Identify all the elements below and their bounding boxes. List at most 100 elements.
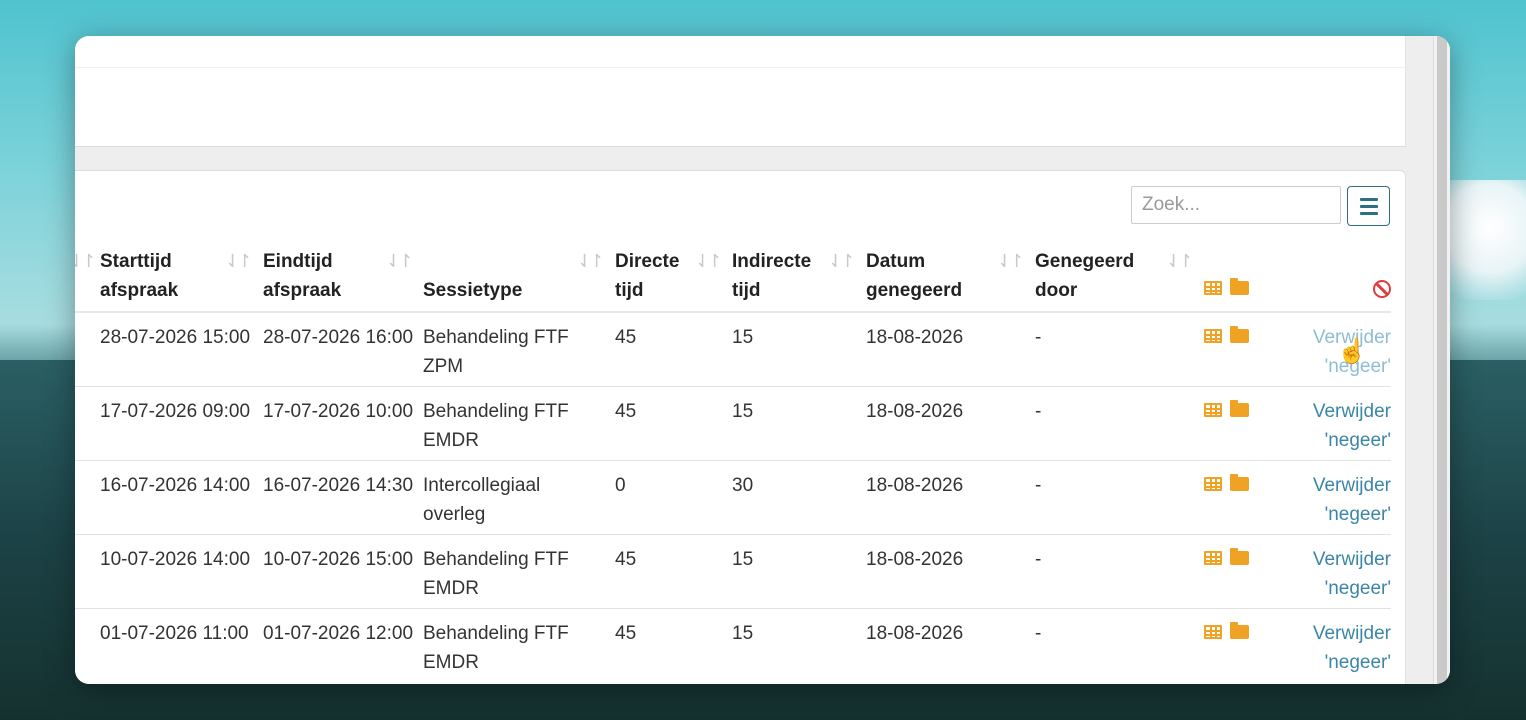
sessietype-line: Behandeling FTF [423,401,569,422]
cell-directe-tijd: 45 [615,549,637,570]
cell-starttijd: 10-07-2026 14:00 [100,549,251,570]
cell-starttijd: 16-07-2026 14:00 [100,475,251,496]
link-line: 'negeer' [1324,652,1391,673]
table-icon[interactable] [1204,551,1222,565]
cell-directe-tijd: 0 [615,475,626,496]
sort-icon[interactable]: ⇃↾ [695,251,722,272]
header-starttijd[interactable]: Starttijd afspraak [100,247,178,305]
remove-ignore-link[interactable]: Verwijder 'negeer' [1271,397,1391,455]
header-label: Directe [615,251,680,272]
folder-icon[interactable] [1230,548,1249,565]
header-indirecte-tijd[interactable]: Indirecte tijd [732,247,811,305]
header-directe-tijd[interactable]: Directe tijd [615,247,679,305]
header-label: Indirecte [732,251,812,272]
cell-eindtijd: 16-07-2026 14:30 [263,475,414,496]
cell-eindtijd: 10-07-2026 15:00 [263,549,414,570]
top-panel [75,36,1406,147]
cell-directe-tijd: 45 [615,327,637,348]
table-row: 17-07-2026 09:00 17-07-2026 10:00 Behand… [75,387,1391,461]
cell-datum-genegeerd: 18-08-2026 [866,401,964,422]
folder-icon[interactable] [1230,326,1249,343]
table-row: 10-07-2026 14:00 10-07-2026 15:00 Behand… [75,535,1391,609]
app-window: ⇃↾ Starttijd afspraak ⇃↾ Eindtijd afspra… [75,36,1450,684]
table-panel: ⇃↾ Starttijd afspraak ⇃↾ Eindtijd afspra… [75,170,1406,684]
header-sessietype[interactable]: Sessietype [423,247,522,305]
column-menu-button[interactable] [1347,186,1390,226]
link-line: 'negeer' [1324,356,1391,377]
cell-indirecte-tijd: 30 [732,475,754,496]
header-label [423,247,522,276]
header-label: afspraak [100,280,179,301]
cell-sessietype: Behandeling FTF ZPM [423,323,569,381]
sessietype-line: Behandeling FTF [423,549,569,570]
link-line: Verwijder [1312,401,1391,422]
remove-ignore-link[interactable]: Verwijder 'negeer' [1271,471,1391,529]
sort-icon[interactable]: ⇃↾ [577,251,604,272]
cell-directe-tijd: 45 [615,623,637,644]
sort-icon[interactable]: ⇃↾ [997,251,1024,272]
folder-icon[interactable] [1230,474,1249,491]
cell-starttijd: 17-07-2026 09:00 [100,401,251,422]
header-label: Starttijd [100,251,172,272]
sessietype-line: ZPM [423,356,464,377]
remove-ignore-link[interactable]: Verwijder 'negeer' [1271,545,1391,603]
cell-indirecte-tijd: 15 [732,401,754,422]
folder-icon[interactable] [1230,622,1249,639]
cell-sessietype: Intercollegiaal overleg [423,471,540,529]
sort-icon[interactable]: ⇃↾ [225,251,252,272]
header-label: afspraak [263,280,342,301]
cell-datum-genegeerd: 18-08-2026 [866,327,964,348]
sessietype-line: Behandeling FTF [423,623,569,644]
cell-indirecte-tijd: 15 [732,623,754,644]
vertical-scrollbar[interactable] [1433,36,1450,684]
table-icon[interactable] [1204,625,1222,639]
cell-starttijd: 28-07-2026 15:00 [100,327,251,348]
sort-icon[interactable]: ⇃↾ [828,251,855,272]
cell-datum-genegeerd: 18-08-2026 [866,549,964,570]
scrollbar-thumb[interactable] [1437,36,1447,684]
table-icon [1204,281,1222,295]
header-label: Eindtijd [263,251,333,272]
table-icon[interactable] [1204,477,1222,491]
table-row: 28-07-2026 15:00 28-07-2026 16:00 Behand… [75,313,1391,387]
hamburger-icon [1359,196,1378,217]
header-label: tijd [732,280,761,301]
sessietype-line: EMDR [423,652,479,673]
header-genegeerd-door[interactable]: Genegeerd door [1035,247,1134,305]
header-label: Genegeerd [1035,251,1135,272]
cell-eindtijd: 28-07-2026 16:00 [263,327,414,348]
sort-icon[interactable]: ⇃↾ [75,251,96,272]
header-label: Datum [866,251,926,272]
link-line: 'negeer' [1324,430,1391,451]
remove-ignore-link[interactable]: Verwijder 'negeer' [1271,619,1391,677]
sessietype-line: Intercollegiaal [423,475,541,496]
cell-indirecte-tijd: 15 [732,327,754,348]
header-eindtijd[interactable]: Eindtijd afspraak [263,247,341,305]
header-label: tijd [615,280,644,301]
sort-icon[interactable]: ⇃↾ [386,251,413,272]
header-datum-genegeerd[interactable]: Datum genegeerd [866,247,962,305]
table-icon[interactable] [1204,403,1222,417]
search-input[interactable] [1131,186,1341,224]
cell-genegeerd-door: - [1035,549,1042,570]
hand-cursor-icon: ☝ [1337,338,1367,365]
link-line: Verwijder [1312,549,1391,570]
cell-genegeerd-door: - [1035,475,1042,496]
remove-ignore-link[interactable]: Verwijder 'negeer' [1271,323,1391,381]
cell-directe-tijd: 45 [615,401,637,422]
table-icon[interactable] [1204,329,1222,343]
sessietype-line: overleg [423,504,486,525]
cell-datum-genegeerd: 18-08-2026 [866,623,964,644]
cell-starttijd: 01-07-2026 11:00 [100,623,249,644]
cell-eindtijd: 01-07-2026 12:00 [263,623,414,644]
ban-icon [1373,280,1391,298]
cell-genegeerd-door: - [1035,327,1042,348]
cell-indirecte-tijd: 15 [732,549,754,570]
folder-icon [1230,278,1249,295]
top-panel-divider [75,67,1405,68]
cell-eindtijd: 17-07-2026 10:00 [263,401,414,422]
link-line: Verwijder [1312,327,1391,348]
sessietype-line: Behandeling FTF [423,327,569,348]
folder-icon[interactable] [1230,400,1249,417]
sort-icon[interactable]: ⇃↾ [1166,251,1193,272]
